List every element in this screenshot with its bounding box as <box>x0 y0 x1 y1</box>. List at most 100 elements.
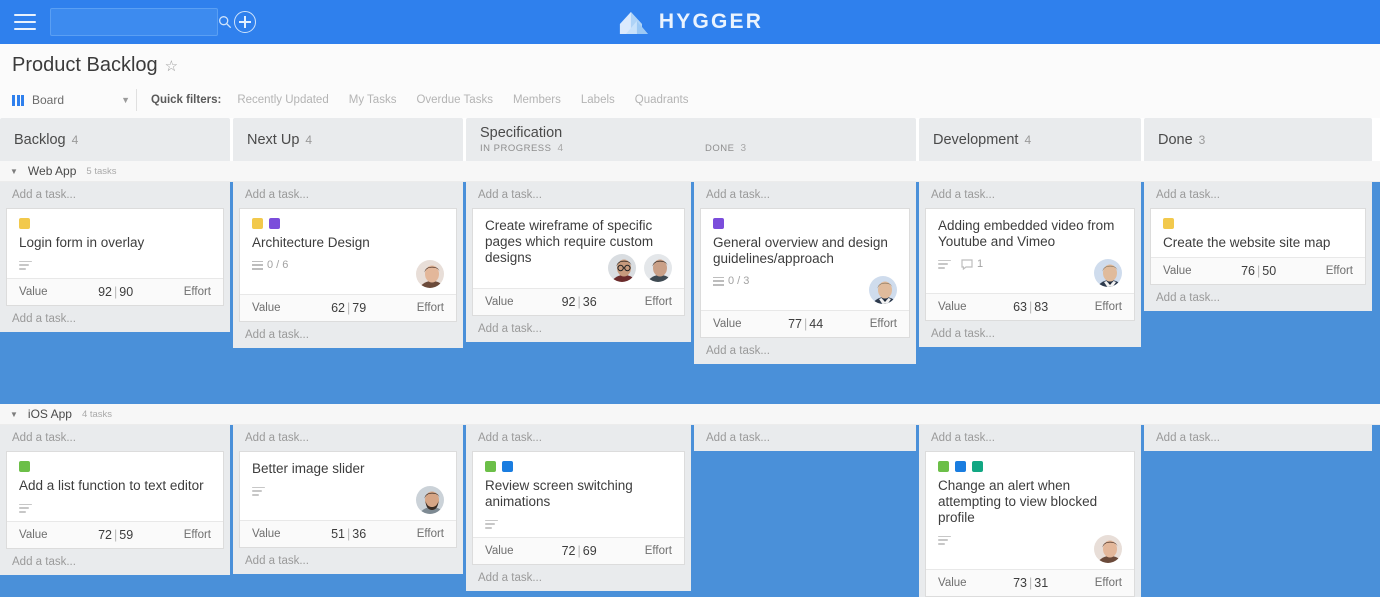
avatar[interactable] <box>414 258 446 290</box>
view-mode-select[interactable]: Board ▼ <box>12 93 130 107</box>
column-header-specification[interactable]: Specification IN PROGRESS 4 DONE 3 <box>466 118 916 161</box>
task-card[interactable]: Architecture Design 0 / 6 Value 62 | 79 Ef… <box>239 208 457 322</box>
add-task-top[interactable]: Add a task... <box>466 425 691 451</box>
swimlane-gap <box>0 364 1380 404</box>
filter-toolbar: Board ▼ Quick filters: Recently Updated … <box>12 89 1368 111</box>
swimlane-header-web-app[interactable]: ▼ Web App 5 tasks <box>0 161 1380 182</box>
value-label: Value <box>19 286 48 298</box>
add-task-bottom[interactable]: Add a task... <box>919 321 1141 347</box>
card-body[interactable]: Login form in overlay <box>7 209 223 278</box>
swimlane-task-count: 5 tasks <box>86 165 117 177</box>
card-body[interactable]: Architecture Design 0 / 6 <box>240 209 456 294</box>
card-title: General overview and design guidelines/a… <box>713 235 888 266</box>
avatar[interactable] <box>867 274 899 306</box>
hamburger-menu-icon[interactable] <box>14 14 36 30</box>
sub-column-header-in-progress[interactable]: IN PROGRESS 4 <box>466 143 691 154</box>
comment-count: 1 <box>977 258 984 270</box>
task-card[interactable]: General overview and design guidelines/a… <box>700 208 910 338</box>
value-label: Value <box>1163 265 1192 277</box>
card-body[interactable]: Add a list function to text editor <box>7 452 223 521</box>
swimlane-header-ios-app[interactable]: ▼ iOS App 4 tasks <box>0 404 1380 425</box>
collapse-caret-icon[interactable]: ▼ <box>10 410 18 419</box>
card-body[interactable]: Create wireframe of specific pages which… <box>473 209 684 288</box>
avatar[interactable] <box>606 252 638 284</box>
brand-name: HYGGER <box>658 10 764 33</box>
card-avatars <box>414 484 446 516</box>
task-card[interactable]: Add a list function to text editor Value… <box>6 451 224 549</box>
filter-overdue-tasks[interactable]: Overdue Tasks <box>416 94 493 106</box>
add-task-top[interactable]: Add a task... <box>233 182 463 208</box>
column-header-done[interactable]: Done 3 <box>1144 118 1372 161</box>
filter-labels[interactable]: Labels <box>581 94 615 106</box>
task-card[interactable]: Login form in overlay Value 92 | 90 Effort <box>6 208 224 306</box>
task-card[interactable]: Adding embedded video from Youtube and V… <box>925 208 1135 321</box>
add-task-top[interactable]: Add a task... <box>919 425 1141 451</box>
column-header-strip: Backlog 4 Next Up 4 Specification IN PROGRE… <box>0 118 1380 161</box>
board-view-icon <box>12 94 24 106</box>
card-body[interactable]: Better image slider <box>240 452 456 520</box>
column-cell: Add a task... Adding embedded video from… <box>919 182 1141 347</box>
task-card[interactable]: Review screen switching animations Value… <box>472 451 685 565</box>
swimlane-row: Add a task... Login form in overlay Valu… <box>0 182 1380 364</box>
add-task-bottom[interactable]: Add a task... <box>466 316 691 342</box>
card-body[interactable]: Adding embedded video from Youtube and V… <box>926 209 1134 293</box>
add-task-top[interactable]: Add a task... <box>0 425 230 451</box>
search-box[interactable] <box>50 8 232 36</box>
card-labels <box>252 218 444 229</box>
column-header-development[interactable]: Development 4 <box>919 118 1141 161</box>
description-icon <box>19 260 32 270</box>
avatar[interactable] <box>1092 533 1124 565</box>
swimlane-row: Add a task... Add a list function to tex… <box>0 425 1380 597</box>
add-task-top[interactable]: Add a task... <box>0 182 230 208</box>
board-body: ▼ Web App 5 tasks Add a task... Login for… <box>0 161 1380 597</box>
sub-column-header-done[interactable]: DONE 3 <box>691 143 916 154</box>
search-icon <box>219 16 232 29</box>
column-header-next-up[interactable]: Next Up 4 <box>233 118 463 161</box>
label-chip <box>485 461 496 472</box>
column-title: Next Up <box>247 131 300 148</box>
add-task-top[interactable]: Add a task... <box>466 182 691 208</box>
filter-quadrants[interactable]: Quadrants <box>635 94 689 106</box>
add-task-top[interactable]: Add a task... <box>1144 425 1372 451</box>
sub-column-count: 4 <box>557 143 564 154</box>
task-card[interactable]: Create wireframe of specific pages which… <box>472 208 685 316</box>
filter-my-tasks[interactable]: My Tasks <box>349 94 397 106</box>
column-cell-inner: Add a task... Better image slider Value … <box>233 425 463 574</box>
task-card[interactable]: Better image slider Value 51 | 36 Effort <box>239 451 457 548</box>
avatar[interactable] <box>642 252 674 284</box>
card-body[interactable]: Review screen switching animations <box>473 452 684 537</box>
sub-column-name: IN PROGRESS <box>480 143 552 154</box>
task-card[interactable]: Create the website site map Value 76 | 50 … <box>1150 208 1366 285</box>
column-cell: Add a task... Add a list function to tex… <box>0 425 230 575</box>
avatar[interactable] <box>1092 257 1124 289</box>
card-body[interactable]: Change an alert when attempting to view … <box>926 452 1134 569</box>
add-task-top[interactable]: Add a task... <box>233 425 463 451</box>
add-task-bottom[interactable]: Add a task... <box>233 548 463 574</box>
add-plus-circle-icon[interactable] <box>234 11 256 33</box>
add-task-bottom[interactable]: Add a task... <box>694 338 916 364</box>
column-title: Backlog <box>14 131 66 148</box>
add-task-top[interactable]: Add a task... <box>694 182 916 208</box>
column-cell: Add a task... Architecture Design 0 / 6 … <box>233 182 463 348</box>
filter-members[interactable]: Members <box>513 94 561 106</box>
column-header-backlog[interactable]: Backlog 4 <box>0 118 230 161</box>
add-task-top[interactable]: Add a task... <box>694 425 916 451</box>
filter-recently-updated[interactable]: Recently Updated <box>237 94 328 106</box>
add-task-bottom[interactable]: Add a task... <box>1144 285 1372 311</box>
comment-icon <box>961 258 973 270</box>
avatar[interactable] <box>414 484 446 516</box>
add-task-bottom[interactable]: Add a task... <box>233 322 463 348</box>
add-task-bottom[interactable]: Add a task... <box>466 565 691 591</box>
collapse-caret-icon[interactable]: ▼ <box>10 167 18 176</box>
add-task-top[interactable]: Add a task... <box>1144 182 1372 208</box>
card-body[interactable]: Create the website site map <box>1151 209 1365 257</box>
column-cell: Add a task... Login form in overlay Valu… <box>0 182 230 332</box>
add-task-bottom[interactable]: Add a task... <box>0 306 230 332</box>
favorite-star-icon[interactable]: ☆ <box>165 57 178 75</box>
quick-filters-label: Quick filters: <box>151 94 222 106</box>
search-input[interactable] <box>59 14 218 30</box>
add-task-top[interactable]: Add a task... <box>919 182 1141 208</box>
task-card[interactable]: Change an alert when attempting to view … <box>925 451 1135 597</box>
card-body[interactable]: General overview and design guidelines/a… <box>701 209 909 310</box>
add-task-bottom[interactable]: Add a task... <box>0 549 230 575</box>
